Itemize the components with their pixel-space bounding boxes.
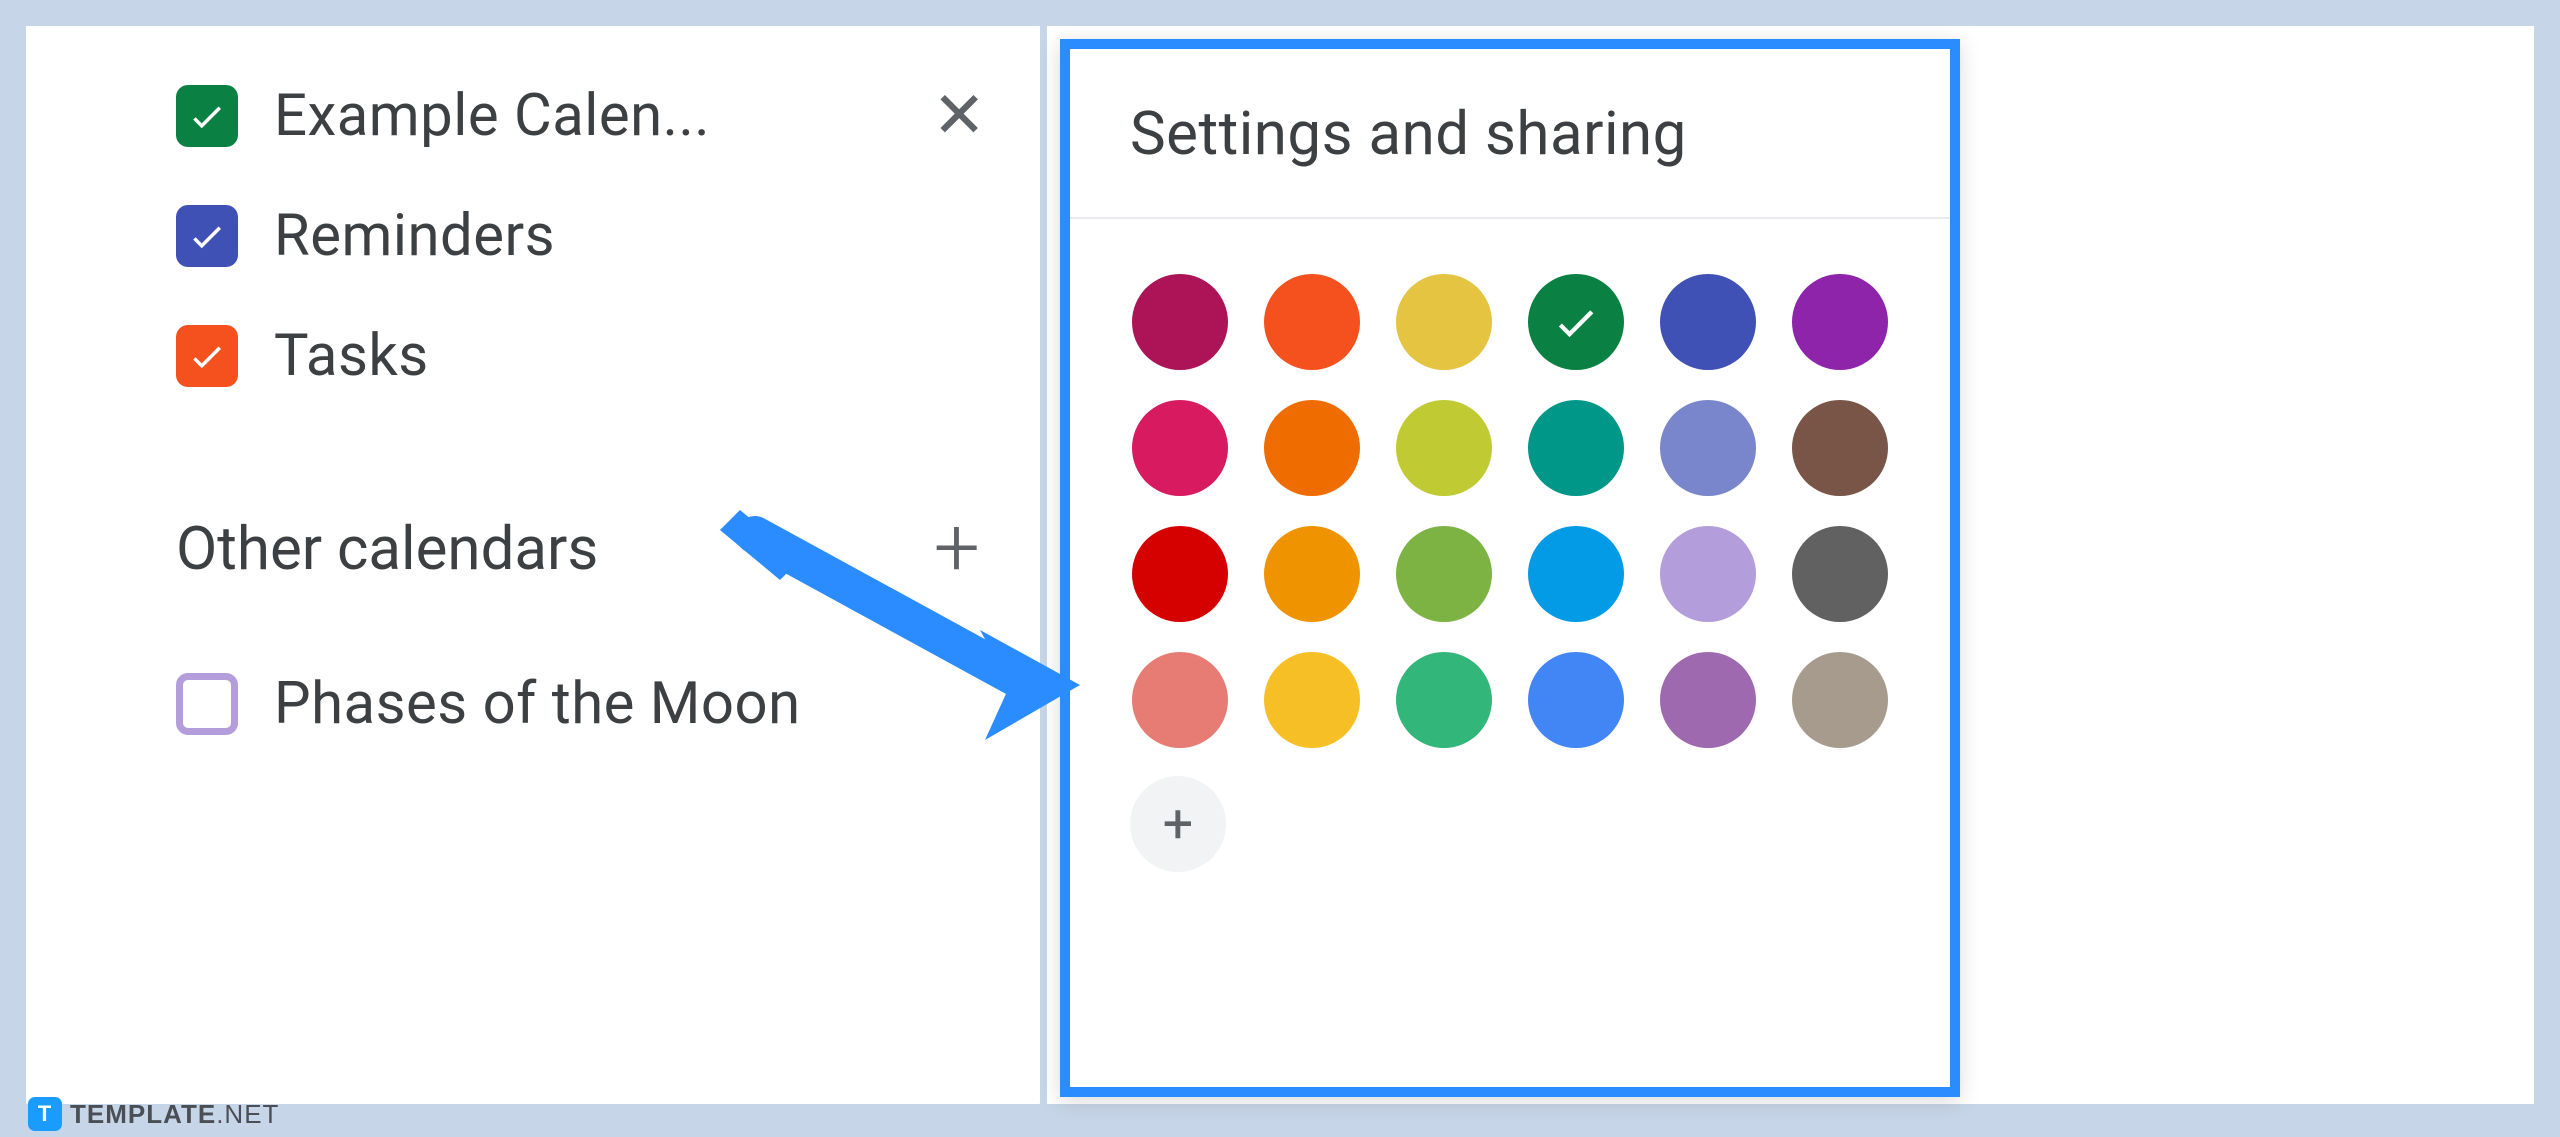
color-swatch[interactable] xyxy=(1660,526,1756,622)
color-swatch[interactable] xyxy=(1528,400,1624,496)
calendar-checkbox[interactable] xyxy=(176,85,238,147)
calendar-label: Example Calen... xyxy=(274,82,710,150)
other-calendars-label: Other calendars xyxy=(176,513,598,584)
settings-title: Settings and sharing xyxy=(1130,98,1687,169)
color-swatch[interactable] xyxy=(1132,652,1228,748)
color-picker-grid xyxy=(1070,219,1950,748)
color-swatch[interactable] xyxy=(1660,400,1756,496)
color-swatch[interactable] xyxy=(1396,652,1492,748)
calendar-checkbox[interactable] xyxy=(176,205,238,267)
calendar-label: Tasks xyxy=(274,322,429,390)
plus-icon: + xyxy=(1163,793,1194,856)
calendar-sidebar: Example Calen... ✕ Reminders Tasks Other ca… xyxy=(23,23,1043,1107)
calendar-row[interactable]: Phases of the Moon xyxy=(26,644,1040,764)
add-custom-color-button[interactable]: + xyxy=(1130,776,1226,872)
calendar-label: Phases of the Moon xyxy=(274,670,801,738)
calendar-checkbox[interactable] xyxy=(176,325,238,387)
color-swatch[interactable] xyxy=(1264,652,1360,748)
checkmark-icon xyxy=(1550,296,1602,348)
calendar-checkbox[interactable] xyxy=(176,673,238,735)
watermark: T TEMPLATE.NET xyxy=(28,1097,279,1131)
color-swatch[interactable] xyxy=(1264,400,1360,496)
calendar-row[interactable]: Tasks xyxy=(26,296,1040,416)
template-logo-icon: T xyxy=(28,1097,62,1131)
color-swatch[interactable] xyxy=(1528,274,1624,370)
calendar-row[interactable]: Example Calen... ✕ xyxy=(26,56,1040,176)
color-swatch[interactable] xyxy=(1528,652,1624,748)
color-swatch[interactable] xyxy=(1792,526,1888,622)
color-swatch[interactable] xyxy=(1396,526,1492,622)
calendar-label: Reminders xyxy=(274,202,555,270)
color-swatch[interactable] xyxy=(1264,526,1360,622)
color-swatch[interactable] xyxy=(1792,652,1888,748)
color-swatch[interactable] xyxy=(1396,274,1492,370)
other-calendars-header: Other calendars + xyxy=(26,500,1040,596)
close-icon[interactable]: ✕ xyxy=(932,84,986,148)
watermark-prefix: TEMPLATE xyxy=(70,1099,216,1129)
color-swatch[interactable] xyxy=(1660,274,1756,370)
color-swatch[interactable] xyxy=(1264,274,1360,370)
color-swatch[interactable] xyxy=(1792,400,1888,496)
watermark-suffix: .NET xyxy=(216,1099,279,1129)
color-swatch[interactable] xyxy=(1792,274,1888,370)
settings-and-sharing-item[interactable]: Settings and sharing xyxy=(1070,49,1950,219)
color-swatch[interactable] xyxy=(1132,274,1228,370)
color-swatch[interactable] xyxy=(1132,400,1228,496)
add-other-calendar-button[interactable]: + xyxy=(934,500,980,596)
color-swatch[interactable] xyxy=(1528,526,1624,622)
color-swatch[interactable] xyxy=(1396,400,1492,496)
color-swatch[interactable] xyxy=(1132,526,1228,622)
color-swatch[interactable] xyxy=(1660,652,1756,748)
settings-popover: Settings and sharing + xyxy=(1060,39,1960,1097)
calendar-row[interactable]: Reminders xyxy=(26,176,1040,296)
